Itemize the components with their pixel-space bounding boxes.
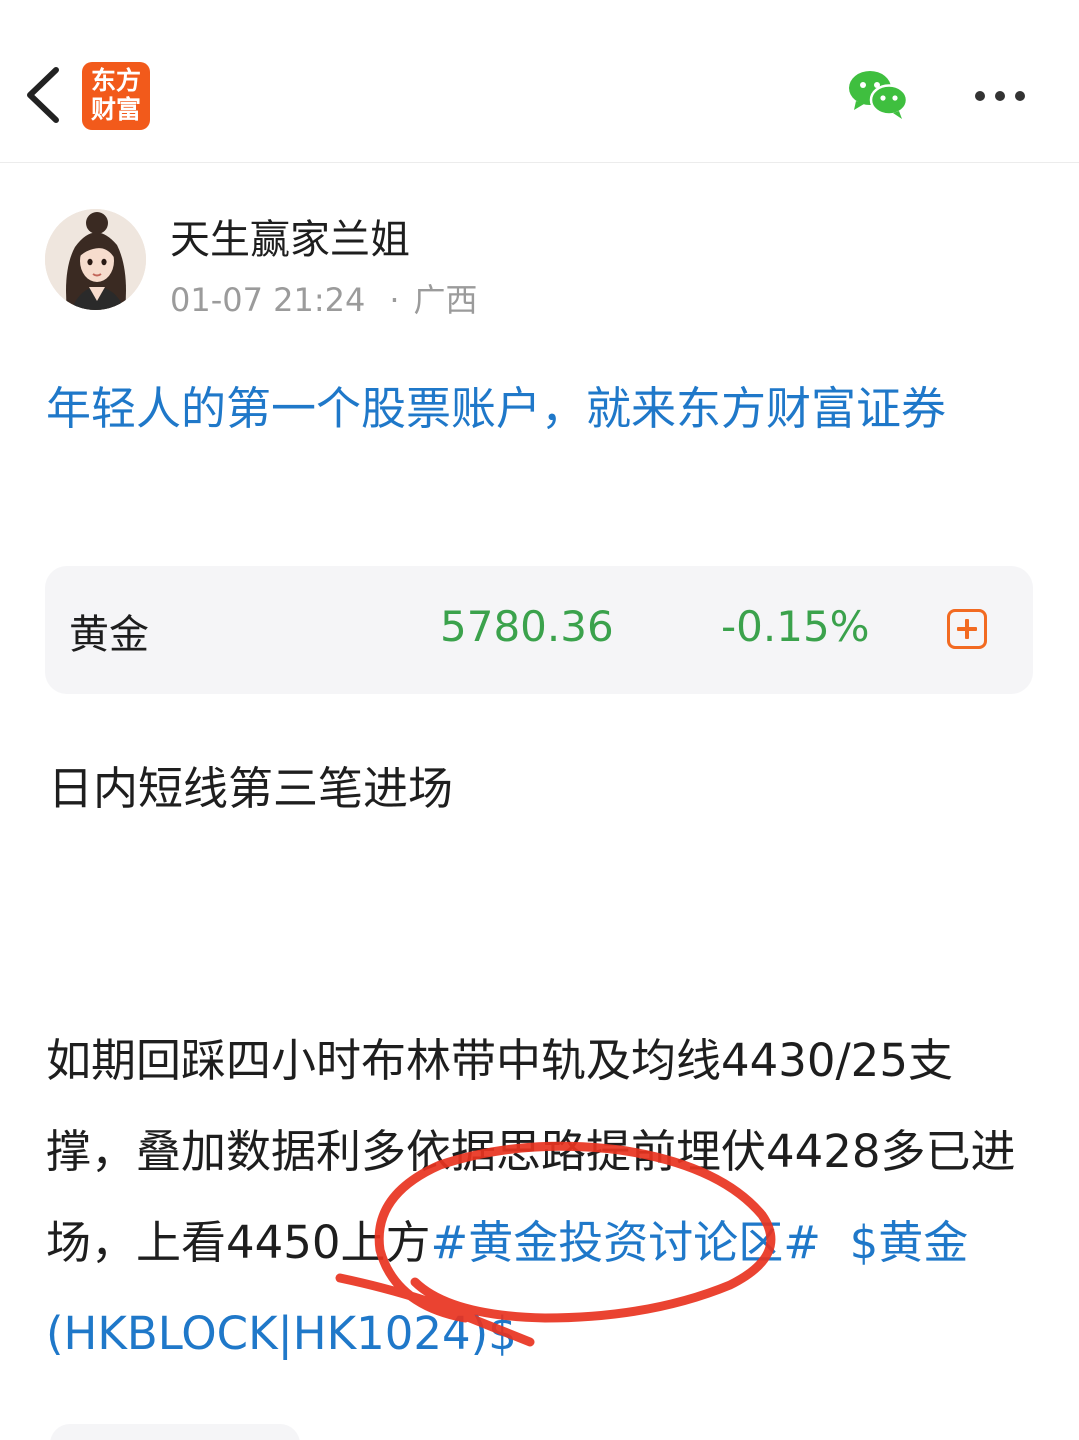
promo-link[interactable]: 年轻人的第一个股票账户，就来东方财富证券 [46,370,1036,448]
quote-card[interactable]: 黄金 5780.36 -0.15% [45,566,1033,694]
more-horizontal-icon [975,91,1025,101]
bottom-card-edge [50,1424,300,1440]
add-watchlist-button[interactable] [947,609,987,649]
app-logo: 东方 财富 [82,62,150,130]
post-detail-page: 东方 财富 天生赢家兰姐 01-07 21:24 · 广西 年轻人的第一个股票账… [0,0,1079,1440]
quote-price: 5780.36 [440,602,614,651]
topic-tag-link[interactable]: #黄金投资讨论区# [431,1216,821,1269]
post-heading: 日内短线第三笔进场 [48,762,454,815]
wechat-icon [849,71,909,119]
avatar-image [45,209,146,310]
back-button[interactable] [18,62,68,128]
quote-name: 黄金 [69,612,149,658]
author-avatar[interactable] [45,209,146,310]
wechat-share-button[interactable] [846,68,910,120]
post-body: 如期回踩四小时布林带中轨及均线4430/25支撑，叠加数据利多依据思路提前埋伏4… [46,1015,1036,1379]
chevron-left-icon [27,67,59,123]
more-button[interactable] [968,80,1032,112]
meta-separator: · [389,281,400,319]
logo-text-line1: 东方 [90,66,141,95]
logo-text-line2: 财富 [90,95,141,124]
post-meta: 01-07 21:24 · 广西 [170,275,478,321]
post-time: 01-07 21:24 [170,281,366,319]
post-location: 广西 [413,281,478,319]
author-name[interactable]: 天生赢家兰姐 [170,207,410,265]
top-nav-bar: 东方 财富 [0,0,1079,163]
quote-change: -0.15% [721,602,870,651]
